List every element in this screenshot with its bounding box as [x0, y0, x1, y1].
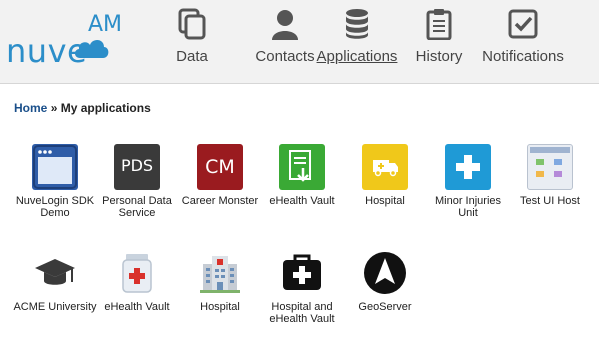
database-icon — [346, 9, 368, 39]
app-label: eHealth Vault — [269, 195, 335, 207]
app-label: ACME University — [13, 301, 97, 313]
nav-label-data: Data — [176, 48, 208, 65]
app-label: GeoServer — [358, 301, 412, 313]
pds-icon-text: PDS — [120, 156, 154, 175]
graduation-cap-icon — [32, 250, 78, 296]
breadcrumb-home-link[interactable]: Home — [14, 101, 47, 115]
document-download-icon — [279, 144, 325, 190]
medical-cross-icon — [445, 144, 491, 190]
browser-window-icon — [32, 144, 78, 190]
clipboard-icon — [426, 9, 452, 40]
app-label: Hospital — [365, 195, 405, 207]
breadcrumb-current: My applications — [60, 101, 151, 115]
app-personal-data-service[interactable]: PDS Personal Data Service — [94, 144, 180, 219]
app-label: Hospital and eHealth Vault — [269, 301, 335, 325]
app-label: Hospital — [200, 301, 240, 313]
cloud-icon — [74, 39, 109, 58]
nav-label-notifications: Notifications — [482, 48, 564, 65]
nav-label-applications: Applications — [316, 48, 398, 65]
hospital-building-icon — [197, 250, 243, 296]
app-label: NuveLogin SDK Demo — [15, 195, 95, 219]
nav-history[interactable]: History — [408, 0, 470, 84]
app-ehealth-vault-2[interactable]: eHealth Vault — [94, 250, 180, 313]
app-hospital-and-ehealth-vault[interactable]: Hospital and eHealth Vault — [259, 250, 345, 325]
documents-icon — [178, 8, 206, 40]
app-acme-university[interactable]: ACME University — [12, 250, 98, 313]
app-hospital[interactable]: Hospital — [342, 144, 428, 207]
app-label: Test UI Host — [520, 195, 580, 207]
app-career-monster[interactable]: CM Career Monster — [177, 144, 263, 207]
breadcrumb: Home » My applications — [14, 101, 151, 115]
checkbox-icon — [508, 9, 538, 39]
career-monster-icon: CM — [197, 144, 243, 190]
pds-icon: PDS — [114, 144, 160, 190]
nav-notifications[interactable]: Notifications — [478, 0, 568, 84]
career-monster-icon-text: CM — [205, 156, 235, 178]
ambulance-icon — [362, 144, 408, 190]
top-header: nuve AM Data Contacts Applications Histo… — [0, 0, 599, 84]
nav-data[interactable]: Data — [160, 0, 224, 84]
app-geoserver[interactable]: GeoServer — [342, 250, 428, 313]
navigation-arrow-icon — [362, 250, 408, 296]
breadcrumb-separator: » — [50, 101, 58, 115]
medicine-jar-icon — [114, 250, 160, 296]
app-nuvelogin-sdk-demo[interactable]: NuveLogin SDK Demo — [12, 144, 98, 219]
app-label: Career Monster — [181, 195, 259, 207]
app-label: Minor Injuries Unit — [434, 195, 502, 219]
window-grid-icon — [527, 144, 573, 190]
app-minor-injuries-unit[interactable]: Minor Injuries Unit — [425, 144, 511, 219]
app-ehealth-vault[interactable]: eHealth Vault — [259, 144, 345, 207]
nav-applications[interactable]: Applications — [315, 0, 399, 84]
first-aid-kit-icon — [279, 250, 325, 296]
nuveam-logo[interactable]: nuve AM — [6, 10, 141, 72]
person-icon — [272, 10, 298, 40]
app-hospital-2[interactable]: Hospital — [177, 250, 263, 313]
app-label: eHealth Vault — [104, 301, 170, 313]
nav-label-history: History — [415, 48, 463, 65]
app-label: Personal Data Service — [102, 195, 172, 219]
app-test-ui-host[interactable]: Test UI Host — [507, 144, 593, 207]
